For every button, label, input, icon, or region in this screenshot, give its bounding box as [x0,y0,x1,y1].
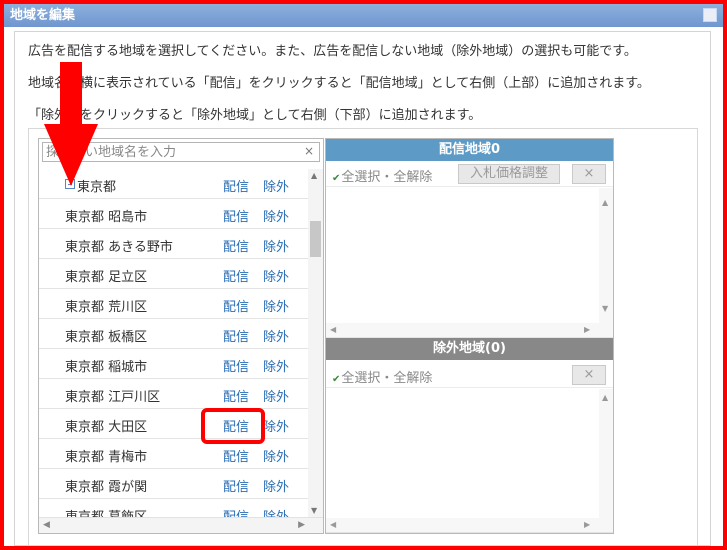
exclude-link[interactable]: 除外 [263,296,289,315]
scroll-up-icon[interactable]: ▲ [602,393,608,402]
list-item: 東京都 大田区 配信 除外 [39,409,309,439]
deliver-link[interactable]: 配信 [223,356,249,375]
exclude-link[interactable]: 除外 [263,386,289,405]
deliver-link[interactable]: 配信 [223,236,249,255]
area-name: 東京都 板橋区 [65,330,148,345]
exclude-remove-button[interactable]: × [572,365,606,385]
exclude-select-all[interactable]: 全選択・全解除 [332,367,432,386]
exclude-link[interactable]: 除外 [263,506,289,517]
exclude-link[interactable]: 除外 [263,176,289,195]
area-name: 東京都 足立区 [65,270,148,285]
selected-areas-panel: 配信地域0 全選択・全解除 入札価格調整 × ▲ ▼ ◀ ▶ 除外地域(0) 全… [325,138,614,534]
list-item: 東京都 江戸川区 配信 除外 [39,379,309,409]
deliver-link[interactable]: 配信 [223,266,249,285]
area-name: 東京都 昭島市 [65,210,148,225]
scroll-right-icon[interactable]: ▶ [584,325,590,334]
deliver-highlight-box [201,408,265,444]
exclude-toolbar: 全選択・全解除 × [326,362,613,388]
exclude-link[interactable]: 除外 [263,326,289,345]
scroll-thumb[interactable] [310,221,321,257]
deliver-link[interactable]: 配信 [223,476,249,495]
list-item: 東京都 板橋区 配信 除外 [39,319,309,349]
list-item: 東京都 昭島市 配信 除外 [39,199,309,229]
delivery-select-all[interactable]: 全選択・全解除 [332,166,432,185]
list-item: 東京都 青梅市 配信 除外 [39,439,309,469]
scroll-up-icon[interactable]: ▲ [602,198,608,207]
scroll-left-icon[interactable]: ◀ [330,520,336,529]
area-name: 東京都 霞が関 [65,480,148,495]
area-name: 東京都 稲城市 [65,360,148,375]
scroll-down-icon[interactable]: ▼ [311,506,317,515]
area-name: 東京都 青梅市 [65,450,148,465]
scroll-right-icon[interactable]: ▶ [298,520,305,530]
scroll-up-icon[interactable]: ▲ [311,171,317,180]
scroll-left-icon[interactable]: ◀ [330,325,336,334]
instruction-line-2: 地域名の横に表示されている「配信」をクリックすると「配信地域」として右側（上部）… [28,76,650,91]
list-item: 東京都 あきる野市 配信 除外 [39,229,309,259]
delivery-area-list: ▲ ▼ ◀ ▶ [326,188,613,338]
scroll-right-icon[interactable]: ▶ [584,520,590,529]
area-list: 東京都 配信 除外 東京都 昭島市 配信 除外 東京都 あきる野市 配信 除外 … [39,169,309,517]
area-name: 東京都 あきる野市 [65,240,173,255]
instruction-line-1: 広告を配信する地域を選択してください。また、広告を配信しない地域（除外地域）の選… [28,44,637,59]
exclude-area-header: 除外地域(0) [326,338,613,360]
deliver-link[interactable]: 配信 [223,296,249,315]
delivery-vertical-scrollbar[interactable]: ▲ ▼ [599,188,613,337]
deliver-link[interactable]: 配信 [223,176,249,195]
window-titlebar: 地域を編集 [4,4,723,27]
scroll-down-icon[interactable]: ▼ [602,304,608,313]
instructions: 広告を配信する地域を選択してください。また、広告を配信しない地域（除外地域）の選… [28,44,700,124]
exclude-vertical-scrollbar[interactable]: ▲ [599,389,613,532]
exclude-link[interactable]: 除外 [263,236,289,255]
exclude-area-list: ▲ ◀ ▶ [326,389,613,533]
exclude-link[interactable]: 除外 [263,446,289,465]
list-item: 東京都 葛飾区 配信 除外 [39,499,309,517]
area-list-horizontal-scrollbar[interactable]: ◀ ▶ [39,517,323,533]
instruction-line-3: 「除外」をクリックすると「除外地域」として右側（下部）に追加されます。 [28,108,482,123]
exclude-horizontal-scrollbar[interactable]: ◀ ▶ [326,518,613,532]
area-list-panel: × 東京都 配信 除外 東京都 昭島市 配信 除外 東京都 あきる野市 配信 除… [38,138,324,534]
list-item: 東京都 霞が関 配信 除外 [39,469,309,499]
deliver-link[interactable]: 配信 [223,206,249,225]
exclude-link[interactable]: 除外 [263,476,289,495]
deliver-link[interactable]: 配信 [223,446,249,465]
delivery-toolbar: 全選択・全解除 入札価格調整 × [326,161,613,187]
scroll-left-icon[interactable]: ◀ [43,520,50,530]
exclude-link[interactable]: 除外 [263,206,289,225]
list-item: 東京都 足立区 配信 除外 [39,259,309,289]
exclude-link[interactable]: 除外 [263,416,289,435]
list-item: 東京都 稲城市 配信 除外 [39,349,309,379]
window-title: 地域を編集 [10,8,76,23]
exclude-link[interactable]: 除外 [263,356,289,375]
area-name: 東京都 江戸川区 [65,390,161,405]
delivery-remove-button[interactable]: × [572,164,606,184]
clear-search-icon[interactable]: × [304,144,314,158]
deliver-link[interactable]: 配信 [223,506,249,517]
area-list-vertical-scrollbar[interactable]: ▲ ▼ [308,169,323,517]
delivery-horizontal-scrollbar[interactable]: ◀ ▶ [326,323,613,337]
list-item: 東京都 荒川区 配信 除外 [39,289,309,319]
deliver-link[interactable]: 配信 [223,386,249,405]
down-arrow-annotation [44,62,98,186]
exclude-link[interactable]: 除外 [263,266,289,285]
area-name: 東京都 大田区 [65,420,148,435]
delivery-area-header: 配信地域0 [326,139,613,161]
deliver-link[interactable]: 配信 [223,326,249,345]
close-icon[interactable] [703,8,717,22]
area-name: 東京都 荒川区 [65,300,148,315]
bid-adjust-button[interactable]: 入札価格調整 [458,164,560,184]
area-name: 東京都 葛飾区 [65,506,147,517]
